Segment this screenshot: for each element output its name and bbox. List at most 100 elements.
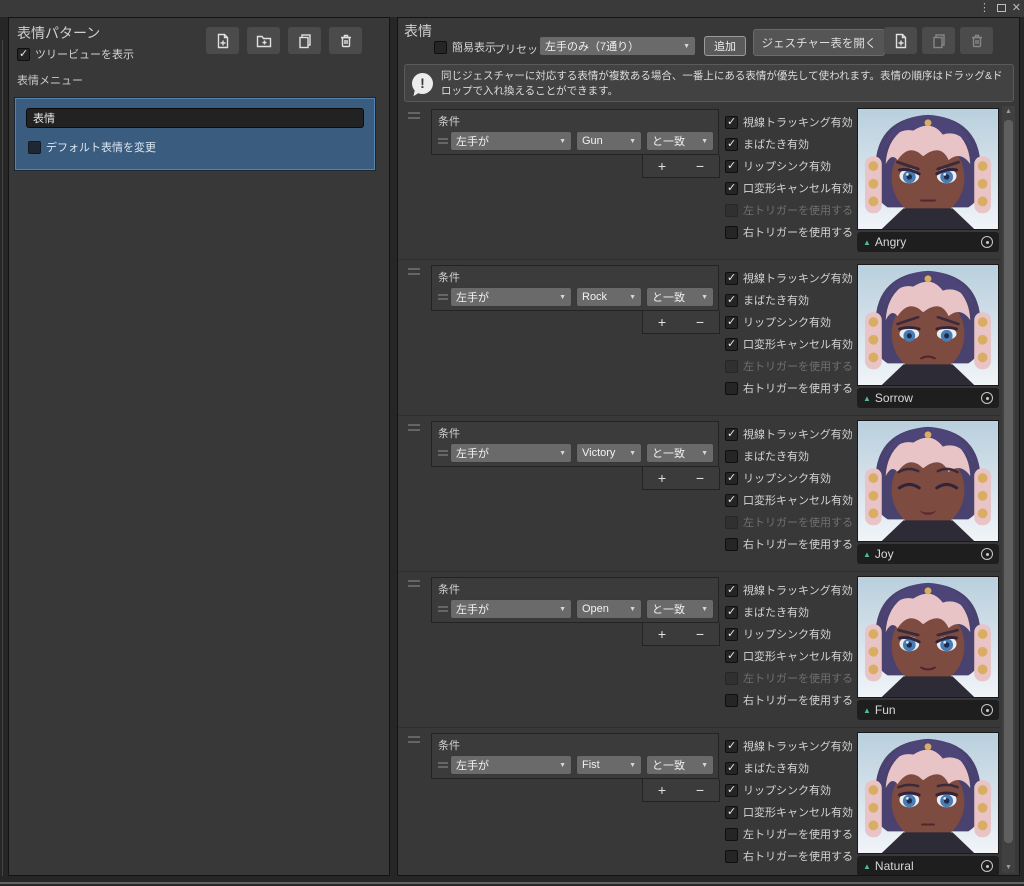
condition-drag-handle[interactable] <box>438 606 448 612</box>
object-picker-icon[interactable] <box>981 392 993 404</box>
checkbox-box[interactable] <box>725 115 738 129</box>
hand-dropdown[interactable]: 左手が ▼ <box>450 287 572 307</box>
checkbox-box[interactable] <box>725 627 738 641</box>
right-trigger-checkbox[interactable]: 右トリガーを使用する <box>725 380 853 396</box>
object-picker-icon[interactable] <box>981 548 993 560</box>
right-trigger-checkbox[interactable]: 右トリガーを使用する <box>725 536 853 552</box>
checkbox-box[interactable] <box>725 381 738 395</box>
blink-checkbox[interactable]: まばたき有効 <box>725 448 809 464</box>
window-close-icon[interactable]: ✕ <box>1012 1 1021 15</box>
checkbox-box[interactable] <box>725 337 738 351</box>
checkbox-box[interactable] <box>725 649 738 663</box>
match-dropdown[interactable]: と一致 ▼ <box>646 755 714 775</box>
eye-tracking-checkbox[interactable]: 視線トラッキング有効 <box>725 738 853 754</box>
object-picker-icon[interactable] <box>981 860 993 872</box>
checkbox-box[interactable] <box>725 739 738 753</box>
add-preset-button[interactable]: 追加 <box>704 36 746 56</box>
hand-dropdown[interactable]: 左手が ▼ <box>450 443 572 463</box>
checkbox-box[interactable] <box>725 805 738 819</box>
expression-name-input[interactable] <box>26 108 364 128</box>
row-drag-handle[interactable] <box>408 112 420 119</box>
blink-checkbox[interactable]: まばたき有効 <box>725 136 809 152</box>
blink-checkbox[interactable]: まばたき有効 <box>725 292 809 308</box>
mouth-morph-cancel-checkbox[interactable]: 口変形キャンセル有効 <box>725 492 853 508</box>
mouth-morph-cancel-checkbox[interactable]: 口変形キャンセル有効 <box>725 648 853 664</box>
checkbox-box[interactable] <box>725 225 738 239</box>
eye-tracking-checkbox[interactable]: 視線トラッキング有効 <box>725 582 853 598</box>
checkbox-box[interactable] <box>725 583 738 597</box>
condition-drag-handle[interactable] <box>438 294 448 300</box>
remove-condition-button[interactable]: − <box>696 627 704 641</box>
checkbox-box[interactable] <box>725 271 738 285</box>
checkbox-box[interactable] <box>725 761 738 775</box>
checkbox-box[interactable] <box>725 849 738 863</box>
lipsync-checkbox[interactable]: リップシンク有効 <box>725 470 831 486</box>
scroll-up-icon[interactable]: ▲ <box>1002 108 1015 115</box>
checkbox-box[interactable] <box>725 181 738 195</box>
condition-drag-handle[interactable] <box>438 138 448 144</box>
checkbox-box[interactable] <box>17 47 30 61</box>
row-drag-handle[interactable] <box>408 424 420 431</box>
checkbox-box[interactable] <box>725 137 738 151</box>
checkbox-box[interactable] <box>725 293 738 307</box>
checkbox-box[interactable] <box>28 140 41 154</box>
delete-button[interactable] <box>329 27 362 54</box>
checkbox-box[interactable] <box>725 827 738 841</box>
blink-checkbox[interactable]: まばたき有効 <box>725 760 809 776</box>
add-condition-button[interactable]: + <box>658 627 666 641</box>
hand-dropdown[interactable]: 左手が ▼ <box>450 599 572 619</box>
object-picker-icon[interactable] <box>981 236 993 248</box>
right-trigger-checkbox[interactable]: 右トリガーを使用する <box>725 848 853 864</box>
window-maximize-icon[interactable] <box>997 4 1006 12</box>
mouth-morph-cancel-checkbox[interactable]: 口変形キャンセル有効 <box>725 336 853 352</box>
open-gesture-table-button[interactable]: ジェスチャー表を開く <box>753 29 885 56</box>
remove-condition-button[interactable]: − <box>696 471 704 485</box>
remove-condition-button[interactable]: − <box>696 159 704 173</box>
right-trigger-checkbox[interactable]: 右トリガーを使用する <box>725 692 853 708</box>
right-trigger-checkbox[interactable]: 右トリガーを使用する <box>725 224 853 240</box>
mouth-morph-cancel-checkbox[interactable]: 口変形キャンセル有効 <box>725 180 853 196</box>
lipsync-checkbox[interactable]: リップシンク有効 <box>725 782 831 798</box>
new-document-button[interactable] <box>206 27 239 54</box>
condition-drag-handle[interactable] <box>438 450 448 456</box>
hand-dropdown[interactable]: 左手が ▼ <box>450 131 572 151</box>
hand-dropdown[interactable]: 左手が ▼ <box>450 755 572 775</box>
checkbox-box[interactable] <box>725 537 738 551</box>
match-dropdown[interactable]: と一致 ▼ <box>646 443 714 463</box>
add-condition-button[interactable]: + <box>658 315 666 329</box>
eye-tracking-checkbox[interactable]: 視線トラッキング有効 <box>725 270 853 286</box>
eye-tracking-checkbox[interactable]: 視線トラッキング有効 <box>725 114 853 130</box>
add-condition-button[interactable]: + <box>658 471 666 485</box>
treeview-toggle[interactable]: ツリービューを表示 <box>17 46 134 62</box>
row-drag-handle[interactable] <box>408 268 420 275</box>
checkbox-box[interactable] <box>725 427 738 441</box>
scroll-down-icon[interactable]: ▼ <box>1002 864 1015 871</box>
match-dropdown[interactable]: と一致 ▼ <box>646 287 714 307</box>
match-dropdown[interactable]: と一致 ▼ <box>646 131 714 151</box>
new-folder-button[interactable] <box>247 27 280 54</box>
gesture-dropdown[interactable]: Gun ▼ <box>576 131 642 151</box>
add-condition-button[interactable]: + <box>658 159 666 173</box>
add-condition-button[interactable]: + <box>658 783 666 797</box>
checkbox-box[interactable] <box>725 449 738 463</box>
eye-tracking-checkbox[interactable]: 視線トラッキング有効 <box>725 426 853 442</box>
checkbox-box[interactable] <box>725 159 738 173</box>
expression-menu-selected-item[interactable]: デフォルト表情を変更 <box>15 98 375 170</box>
new-expression-button[interactable] <box>884 27 917 54</box>
gesture-dropdown[interactable]: Victory ▼ <box>576 443 642 463</box>
scrollbar-thumb[interactable] <box>1004 120 1013 843</box>
simple-view-toggle[interactable]: 簡易表示 <box>434 39 496 55</box>
gesture-dropdown[interactable]: Fist ▼ <box>576 755 642 775</box>
row-drag-handle[interactable] <box>408 736 420 743</box>
row-drag-handle[interactable] <box>408 580 420 587</box>
lipsync-checkbox[interactable]: リップシンク有効 <box>725 626 831 642</box>
left-trigger-checkbox[interactable]: 左トリガーを使用する <box>725 826 853 842</box>
duplicate-expression-button[interactable] <box>922 27 955 54</box>
checkbox-box[interactable] <box>725 471 738 485</box>
condition-drag-handle[interactable] <box>438 762 448 768</box>
gesture-dropdown[interactable]: Open ▼ <box>576 599 642 619</box>
default-expression-toggle[interactable]: デフォルト表情を変更 <box>28 139 156 155</box>
lipsync-checkbox[interactable]: リップシンク有効 <box>725 314 831 330</box>
checkbox-box[interactable] <box>725 783 738 797</box>
gesture-dropdown[interactable]: Rock ▼ <box>576 287 642 307</box>
